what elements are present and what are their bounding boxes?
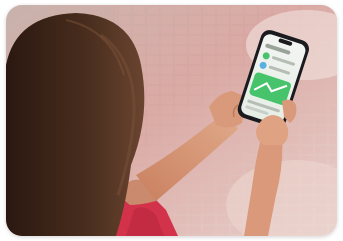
photo-image	[6, 5, 337, 236]
photo-card	[6, 5, 337, 236]
